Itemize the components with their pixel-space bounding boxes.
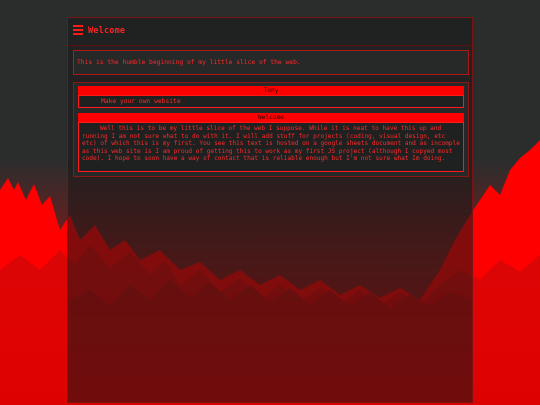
hamburger-menu-icon[interactable]	[73, 25, 83, 35]
main-panel: Welcome This is the humble beginning of …	[67, 17, 473, 403]
section-heading-tony: Tony	[78, 86, 464, 95]
content-box: Tony Make your own website Welcome Well …	[73, 82, 469, 177]
project-link-make-your-own-website[interactable]: Make your own website	[101, 98, 181, 105]
header-bar: Welcome	[68, 18, 472, 46]
section-heading-welcome: Welcome	[78, 113, 464, 122]
section-body-welcome: Well this is to be my little slice of th…	[78, 122, 464, 172]
welcome-paragraph: Well this is to be my little slice of th…	[82, 125, 460, 163]
page-title: Welcome	[88, 26, 126, 36]
section-body-tony: Make your own website	[78, 95, 464, 108]
intro-box: This is the humble beginning of my littl…	[73, 50, 469, 75]
intro-text: This is the humble beginning of my littl…	[77, 59, 301, 66]
